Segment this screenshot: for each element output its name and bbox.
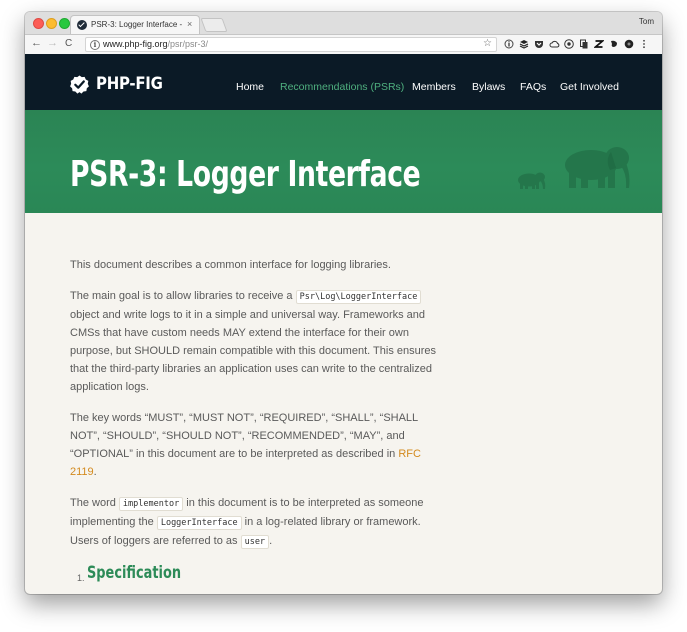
tab-bar: PSR-3: Logger Interface - PHP × Tom	[25, 12, 662, 35]
code-logger-interface: LoggerInterface	[156, 516, 242, 530]
browser-tab[interactable]: PSR-3: Logger Interface - PHP ×	[70, 15, 200, 34]
text-run: The key words “MUST”, “MUST NOT”, “REQUI…	[70, 412, 418, 460]
info-icon[interactable]: i	[90, 40, 100, 50]
favicon-icon	[77, 20, 87, 30]
new-tab-button[interactable]	[200, 18, 228, 32]
code-user: user	[240, 535, 270, 549]
address-bar[interactable]: i www.php-fig.org/psr/psr-3/ ☆	[85, 37, 497, 52]
url-host: www.php-fig.org	[103, 39, 168, 49]
extension-grammarly-icon[interactable]	[564, 39, 574, 49]
minimize-window-button[interactable]	[46, 18, 57, 29]
extension-info-icon[interactable]	[504, 39, 514, 49]
table-of-contents: 1. Specification	[70, 564, 445, 584]
extension-layers-icon[interactable]	[519, 39, 529, 49]
profile-name[interactable]: Tom	[639, 17, 654, 26]
code-logger-interface-fqcn: Psr\Log\LoggerInterface	[295, 290, 422, 304]
nav-faqs[interactable]: FAQs	[520, 81, 546, 93]
site-logo[interactable]: PHP-FIG	[96, 74, 163, 94]
logo-check-badge-icon[interactable]	[70, 75, 89, 94]
reload-icon[interactable]: C	[65, 38, 72, 49]
nav-get-involved[interactable]: Get Involved	[560, 81, 619, 93]
tab-title: PSR-3: Logger Interface - PHP	[91, 20, 183, 29]
extension-cloud-icon[interactable]	[549, 39, 560, 49]
code-implementor: implementor	[118, 497, 184, 511]
page-title: PSR-3: Logger Interface	[70, 154, 421, 195]
zoom-window-button[interactable]	[59, 18, 70, 29]
paragraph-intro: This document describes a common interfa…	[70, 259, 391, 271]
extension-copy-icon[interactable]	[579, 39, 589, 49]
site-header: PHP-FIG Home Recommendations (PSRs) Memb…	[25, 54, 662, 110]
tab-close-icon[interactable]: ×	[187, 19, 192, 29]
elephants-illustration-icon	[518, 147, 630, 189]
url-path: /psr/psr-3/	[167, 39, 209, 49]
text-run: object and write logs to it in a simple …	[70, 309, 437, 393]
close-window-button[interactable]	[33, 18, 44, 29]
browser-menu-icon[interactable]	[639, 39, 649, 49]
forward-arrow-icon[interactable]: →	[47, 37, 58, 49]
paragraph-key-words: The key words “MUST”, “MUST NOT”, “REQUI…	[70, 409, 445, 481]
toc-item: 1. Specification	[70, 564, 445, 584]
paragraph-implementor: The word implementor in this document is…	[70, 494, 445, 551]
article-content: This document describes a common interfa…	[70, 256, 445, 584]
url-text: www.php-fig.org/psr/psr-3/	[103, 39, 208, 49]
toc-link-specification[interactable]: Specification	[87, 564, 181, 582]
text-run: The word	[70, 497, 119, 509]
text-run: .	[93, 466, 97, 478]
nav-recommendations[interactable]: Recommendations (PSRs)	[280, 81, 404, 93]
text-run: .	[269, 535, 273, 547]
nav-bylaws[interactable]: Bylaws	[472, 81, 505, 93]
nav-members[interactable]: Members	[412, 81, 456, 93]
browser-window: PSR-3: Logger Interface - PHP × Tom ← → …	[25, 12, 662, 594]
toc-number: 1.	[77, 573, 85, 583]
browser-toolbar: ← → C i www.php-fig.org/psr/psr-3/ ☆	[25, 35, 662, 55]
extension-pocket-icon[interactable]	[534, 39, 544, 49]
nav-home[interactable]: Home	[236, 81, 264, 93]
extension-bird-icon[interactable]	[609, 39, 619, 49]
extension-circle-icon[interactable]	[624, 39, 634, 49]
bookmark-star-icon[interactable]: ☆	[483, 38, 492, 49]
back-arrow-icon[interactable]: ←	[31, 37, 42, 49]
paragraph-main-goal: The main goal is to allow libraries to r…	[70, 287, 445, 396]
hero-banner: PSR-3: Logger Interface	[25, 110, 662, 213]
extension-z-icon[interactable]	[593, 39, 605, 49]
text-run: The main goal is to allow libraries to r…	[70, 290, 296, 302]
